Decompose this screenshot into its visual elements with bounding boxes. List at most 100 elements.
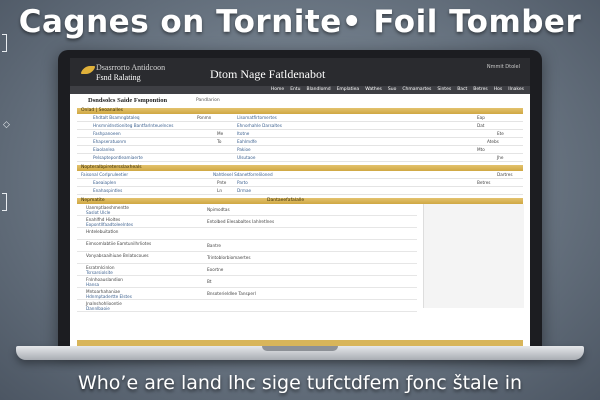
item-value: Eoortne [207, 267, 224, 272]
laptop-screen: Dsasrrorto Antidcoon Fsnd Ralating Dtom … [70, 58, 530, 346]
table-cell[interactable]: Ulsutaoe [237, 154, 255, 161]
item-subtitle[interactable]: Tsrsarsiolsite [86, 270, 113, 275]
site-header: Dsasrrorto Antidcoon Fsnd Ralating Dtom … [70, 58, 530, 86]
nav-item[interactable]: Ilnakes [508, 86, 524, 94]
nav-item[interactable]: Chmamartes [402, 86, 431, 94]
table-cell: Eap [477, 115, 485, 120]
table-row[interactable]: Pelsaptepontleamiaerte Ulsutaoe Jhe [77, 154, 523, 162]
logo-subtext[interactable]: Fsnd Ralating [96, 73, 141, 82]
side-bracket-marker [2, 34, 7, 52]
table-cell: Ete [497, 131, 504, 136]
list-item[interactable]: Fnlnhoauslandion Hansa Bt [77, 276, 417, 288]
bottom-caption: Who’e are land lhc sige tufctdfem ƒonc š… [77, 372, 523, 394]
list-item[interactable]: Uanmptlaeshmentte Saslot Ulcle Npimodtas [77, 204, 417, 216]
nav-item[interactable]: Sintes [437, 86, 451, 94]
site-title: Dtom Nage Fatldenabot [210, 67, 326, 81]
logo-text[interactable]: Dsasrrorto Antidcoon [96, 63, 165, 72]
table-cell[interactable]: Faisonal Corlpruleetier [81, 171, 128, 178]
table-row[interactable]: Hnsmnidnstioniteg Bantfarlnteuelnces Ehn… [77, 122, 523, 130]
item-title: Eimsomlabtiie Eamtunilhrliotes [86, 241, 152, 246]
nav-item[interactable]: Emplatiea [337, 86, 360, 94]
table-cell[interactable]: Drmae [237, 187, 251, 194]
table-cell[interactable]: Ehdtalt Bsamngbtaleq [93, 114, 140, 121]
item-title: Vonyabsaaihiuae Bnlatocoues [86, 253, 149, 258]
table-cell[interactable]: Hnsmnidnstioniteg Bantfarlnteuelnces [93, 122, 173, 129]
table-cell: Ln [217, 188, 222, 193]
item-subtitle[interactable]: Saslot Ulcle [86, 210, 110, 215]
table-row[interactable]: Ehapseratuonm To Eahlmdfe Atebs [77, 138, 523, 146]
section-2-table: Faisonal Corlpruleetier Nahtlexel Sdanet… [77, 171, 523, 195]
table-cell[interactable]: Eiaolanlea [93, 146, 115, 153]
section-3-panel: Uanmptlaeshmentte Saslot Ulcle Npimodtas… [77, 204, 524, 312]
table-cell[interactable]: Itotne [237, 130, 249, 137]
list-item[interactable]: Esratmlcinlon Tsrsarsiolsite Eoortne [77, 264, 417, 276]
table-row[interactable]: Eaeaiaplen Pnte Parto Betres [77, 179, 523, 187]
table-cell: Mto [477, 147, 485, 152]
table-cell: Pnte [217, 180, 227, 185]
table-cell[interactable]: Llsomatfirtomertes [237, 114, 277, 121]
main-nav: Home Entu Blandlomd Emplatiea Wathes Suo… [70, 86, 530, 94]
list-item[interactable]: Vonyabsaaihiuae Bnlatocoues Trintoblorbi… [77, 252, 417, 264]
item-value: Bt [207, 279, 212, 284]
table-cell: Ponmn [197, 115, 212, 120]
page-subtitle[interactable]: Pandlarion [196, 98, 220, 103]
nav-item[interactable]: Bact [457, 86, 467, 94]
nav-item[interactable]: Suo [388, 86, 396, 94]
item-value: Npimodtas [207, 207, 230, 212]
nav-item[interactable]: Entu [290, 86, 300, 94]
table-cell[interactable]: Eahlmdfe [237, 138, 257, 145]
list-item[interactable]: Enahlfhd Hioltes Eopontllfaadtoleelntes … [77, 216, 417, 228]
item-value: Bantre [207, 243, 221, 248]
item-value: Trintoblorbiomaertes [207, 255, 251, 260]
table-cell: To [217, 139, 222, 144]
list-item[interactable]: Jnalnshohlioontie Dannlbaoie [77, 300, 417, 312]
section-3-list: Uanmptlaeshmentte Saslot Ulcle Npimodtas… [77, 204, 417, 312]
table-cell[interactable]: Fashpanoeen [93, 130, 121, 137]
table-cell[interactable]: Nahtlexel Sdanetforreliloned [213, 171, 273, 178]
nav-item[interactable]: Blandlomd [307, 86, 331, 94]
nav-item[interactable]: Home [271, 86, 284, 94]
footer-bar [77, 340, 523, 346]
item-title: Hntelebuitatlon [86, 229, 119, 234]
table-row[interactable]: Ehdtalt Bsamngbtaleq Ponmn Llsomatfirtom… [77, 114, 523, 122]
table-cell[interactable]: Parto [237, 179, 248, 186]
item-subtitle[interactable]: Hansa [86, 282, 99, 287]
table-cell[interactable]: Ehnorhahle Darsaltes [237, 122, 282, 129]
table-cell[interactable]: Pakioe [237, 146, 251, 153]
table-cell: Atebs [487, 139, 499, 144]
table-row[interactable]: Faisonal Corlpruleetier Nahtlexel Sdanet… [77, 171, 523, 179]
table-row[interactable]: Enahaspintles Ln Drmae [77, 187, 523, 195]
list-item[interactable]: Mntoarhahaniae Hdnmptadertte Elstes Bnso… [77, 288, 417, 300]
side-bracket-marker [2, 193, 7, 211]
table-cell: Me [217, 131, 224, 136]
item-subtitle[interactable]: Eopontllfaadtoleelntes [86, 222, 133, 227]
table-cell: Dat [477, 123, 485, 128]
side-diamond-marker: ◇ [3, 120, 10, 130]
table-cell[interactable]: Eaeaiaplen [93, 179, 116, 186]
page-title-row: Dsndsolcs Saide Fsmpontion Pandlarion [70, 94, 530, 106]
item-subtitle[interactable]: Hdnmptadertte Elstes [86, 294, 132, 299]
table-cell[interactable]: Ehapseratuonm [93, 138, 126, 145]
logo-emblem-icon[interactable] [80, 66, 96, 74]
table-cell: Dartres [497, 172, 513, 177]
item-value: Entolbed Elesabaltes Iahlretlnes [207, 219, 275, 224]
laptop-notch [262, 346, 338, 351]
table-cell[interactable]: Pelsaptepontleamiaerte [93, 154, 143, 161]
list-item[interactable]: Eimsomlabtiie Eamtunilhrliotes Bantre [77, 240, 417, 252]
nav-item[interactable]: Hos [494, 86, 502, 94]
page-title: Dsndsolcs Saide Fsmpontion [88, 97, 168, 104]
nav-item[interactable]: Wathes [365, 86, 382, 94]
section-1-table: Ehdtalt Bsamngbtaleq Ponmn Llsomatfirtom… [77, 114, 523, 162]
item-value: Bnsoterieldlee Tansperl [207, 291, 256, 296]
header-link[interactable]: Nmmit Dtolel [487, 64, 520, 70]
table-cell[interactable]: Enahaspintles [93, 187, 122, 194]
page-headline: Cagnes on Tornite• Foil Tomber [18, 4, 582, 40]
table-cell: Betres [477, 180, 491, 185]
sidebar-panel [423, 204, 524, 308]
item-subtitle[interactable]: Dannlbaoie [86, 306, 110, 311]
table-row[interactable]: Fashpanoeen Me Itotne Ete [77, 130, 523, 138]
table-cell: Jhe [497, 155, 504, 160]
nav-item[interactable]: Betres [473, 86, 487, 94]
list-item[interactable]: Hntelebuitatlon [77, 228, 417, 240]
table-row[interactable]: Eiaolanlea Pakioe Mto [77, 146, 523, 154]
